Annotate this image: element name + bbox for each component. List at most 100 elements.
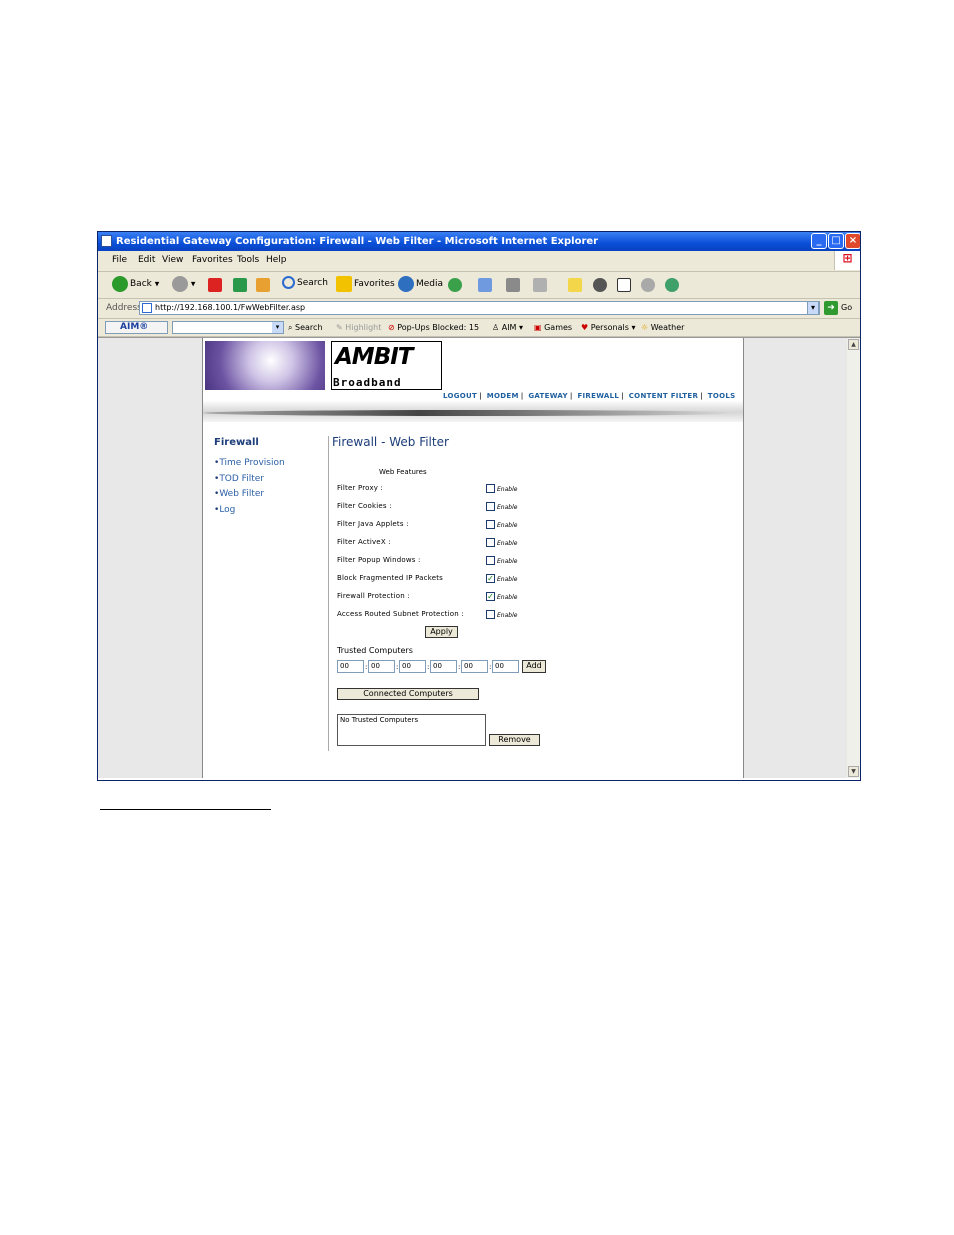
close-button[interactable]: × <box>845 233 860 249</box>
checkbox-label: Enable <box>497 576 518 583</box>
popups-blocked[interactable]: ⊘ Pop-Ups Blocked: 15 <box>388 323 479 332</box>
personals-button[interactable]: ♥ Personals ▾ <box>581 323 635 332</box>
nav-gateway[interactable]: GATEWAY <box>528 392 568 400</box>
menu-tools[interactable]: Tools <box>237 255 259 265</box>
print-icon[interactable] <box>506 278 520 292</box>
sidebar-item-time-provision[interactable]: •Time Provision <box>214 458 285 468</box>
history-icon[interactable] <box>448 278 462 292</box>
research-icon[interactable] <box>593 278 607 292</box>
trusted-computers-list[interactable]: No Trusted Computers <box>337 714 486 746</box>
feature-checkbox[interactable] <box>486 484 495 493</box>
checkbox-label: Enable <box>497 558 518 565</box>
aim-runner-icon: ♙ <box>492 323 500 332</box>
mac-octet-input[interactable]: 00 <box>492 660 519 673</box>
add-button[interactable]: Add <box>522 660 546 673</box>
favorites-button[interactable]: Favorites <box>336 276 395 294</box>
vertical-scrollbar[interactable]: ▲ ▼ <box>847 338 860 778</box>
stop-icon[interactable] <box>208 278 222 292</box>
feature-checkbox[interactable]: ✓ <box>486 574 495 583</box>
list-item: No Trusted Computers <box>340 716 419 724</box>
content-divider <box>328 436 329 751</box>
nav-firewall[interactable]: FIREWALL <box>577 392 619 400</box>
connected-computers-button[interactable]: Connected Computers <box>337 688 479 700</box>
nav-modem[interactable]: MODEM <box>487 392 519 400</box>
sun-icon: ☼ <box>641 323 649 332</box>
menu-edit[interactable]: Edit <box>138 255 155 265</box>
sidebar-item-log[interactable]: •Log <box>214 505 235 515</box>
ie-page-icon <box>101 235 112 247</box>
refresh-icon[interactable] <box>233 278 247 292</box>
remove-button[interactable]: Remove <box>489 734 540 746</box>
mac-octet-input[interactable]: 00 <box>368 660 395 673</box>
discuss-icon[interactable] <box>568 278 582 292</box>
feature-label: Access Routed Subnet Protection : <box>337 610 464 618</box>
menu-help[interactable]: Help <box>266 255 287 265</box>
search-button[interactable]: Search <box>282 276 328 294</box>
back-button[interactable]: Back ▾ <box>112 276 159 294</box>
aim-menu-button[interactable]: ♙ AIM ▾ <box>492 323 523 332</box>
media-button[interactable]: Media <box>398 276 443 294</box>
forward-arrow-icon <box>172 276 188 292</box>
chevron-down-icon[interactable]: ▾ <box>272 322 283 333</box>
title-bar[interactable]: Residential Gateway Configuration: Firew… <box>98 232 860 251</box>
weather-button[interactable]: ☼ Weather <box>641 323 684 332</box>
scroll-up-icon[interactable]: ▲ <box>848 339 859 350</box>
address-input[interactable]: http://192.168.100.1/FwWebFilter.asp <box>139 301 820 315</box>
feature-checkbox[interactable] <box>486 502 495 511</box>
checkbox-label: Enable <box>497 612 518 619</box>
windows-logo-icon: ⊞ <box>834 251 860 270</box>
standard-toolbar: Back ▾ ▾ Search Favorites Media <box>98 272 860 299</box>
forward-button[interactable]: ▾ <box>172 276 195 294</box>
menu-favorites[interactable]: Favorites <box>192 255 233 265</box>
address-dropdown-chevron-icon[interactable]: ▾ <box>807 301 819 315</box>
go-arrow-icon: ➜ <box>824 301 838 315</box>
home-icon[interactable] <box>256 278 270 292</box>
search-icon: ⌕ <box>288 323 293 332</box>
aim-button[interactable]: AIM® <box>105 321 168 334</box>
nav-content-filter[interactable]: CONTENT FILTER <box>629 392 698 400</box>
buddies-icon[interactable] <box>665 278 679 292</box>
apply-button[interactable]: Apply <box>425 626 458 638</box>
address-bar: Address http://192.168.100.1/FwWebFilter… <box>98 299 860 319</box>
checkbox-label: Enable <box>497 486 518 493</box>
aim-search-input[interactable]: ▾ <box>172 321 284 334</box>
messenger-icon[interactable] <box>641 278 655 292</box>
sidebar-item-web-filter[interactable]: •Web Filter <box>214 489 264 499</box>
nav-logout[interactable]: LOGOUT <box>443 392 477 400</box>
minimize-button[interactable]: _ <box>811 233 827 249</box>
maximize-button[interactable]: □ <box>828 233 844 249</box>
feature-label: Filter Java Applets : <box>337 520 409 528</box>
aim-search-button[interactable]: ⌕ Search <box>288 323 323 333</box>
sidebar-item-tod-filter[interactable]: •TOD Filter <box>214 474 264 484</box>
feature-checkbox[interactable] <box>486 538 495 547</box>
feature-checkbox[interactable]: ✓ <box>486 592 495 601</box>
scroll-down-icon[interactable]: ▼ <box>848 766 859 777</box>
menu-view[interactable]: View <box>162 255 183 265</box>
mac-separator: : <box>427 663 430 671</box>
features-heading: Web Features <box>379 468 427 476</box>
header-swoosh <box>203 400 743 422</box>
nav-tools[interactable]: TOOLS <box>708 392 736 400</box>
mac-octet-input[interactable]: 00 <box>430 660 457 673</box>
star-icon <box>336 276 352 292</box>
mac-octet-input[interactable]: 00 <box>461 660 488 673</box>
page-icon <box>142 303 152 313</box>
search-icon <box>282 276 295 289</box>
go-button[interactable]: ➜ Go <box>824 301 858 315</box>
browser-window: Residential Gateway Configuration: Firew… <box>97 231 861 781</box>
feature-label: Block Fragmented IP Packets <box>337 574 444 582</box>
feature-checkbox[interactable] <box>486 520 495 529</box>
mac-octet-input[interactable]: 00 <box>399 660 426 673</box>
highlight-button[interactable]: ✎ Highlight <box>336 323 381 332</box>
feature-checkbox[interactable] <box>486 556 495 565</box>
mail-icon[interactable] <box>478 278 492 292</box>
mac-octet-input[interactable]: 00 <box>337 660 364 673</box>
edit-icon[interactable] <box>533 278 547 292</box>
menu-file[interactable]: File <box>112 255 127 265</box>
games-button[interactable]: ▣ Games <box>534 323 572 332</box>
media-globe-icon <box>398 276 414 292</box>
feature-checkbox[interactable] <box>486 610 495 619</box>
top-nav: LOGOUT | MODEM | GATEWAY | FIREWALL | CONTEN… <box>443 392 736 400</box>
aim-runner-icon[interactable] <box>617 278 631 292</box>
left-gutter <box>98 338 203 778</box>
